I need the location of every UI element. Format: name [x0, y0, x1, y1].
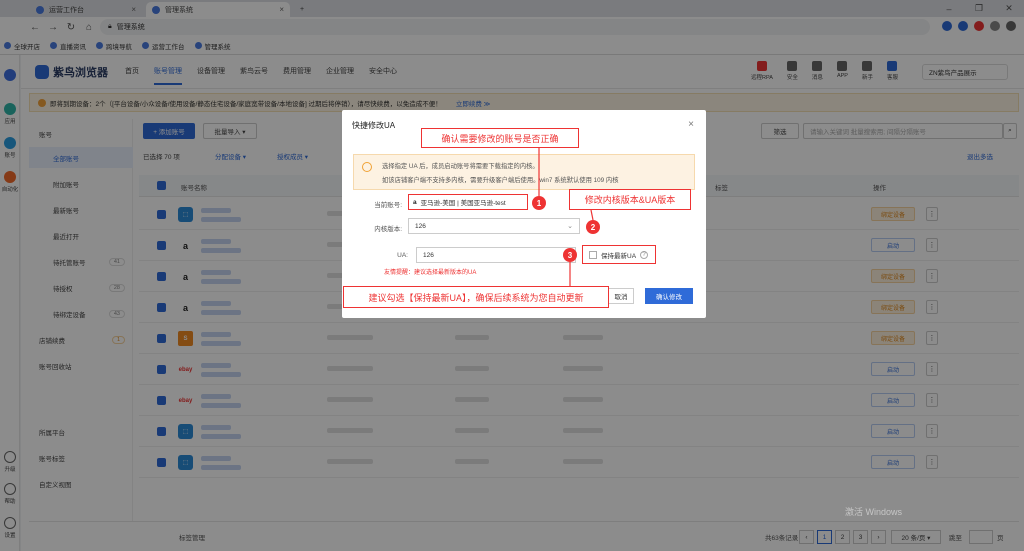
windows-watermark: 激活 Windows: [845, 507, 903, 517]
annotation-callout-3: 建议勾选【保持最新UA】，确保后续系统为您自动更新: [343, 286, 609, 308]
checkbox-icon[interactable]: [589, 250, 597, 259]
dialog-title: 快捷修改UA: [352, 121, 396, 130]
ua-select[interactable]: 126: [416, 247, 576, 263]
annotation-badge-2: 2: [586, 220, 600, 234]
close-icon[interactable]: ×: [688, 119, 694, 130]
annotation-badge-3: 3: [563, 248, 577, 262]
annotation-callout-1: 确认需要修改的账号是否正确: [421, 128, 579, 148]
chevron-down-icon: ⌄: [567, 223, 573, 230]
kernel-warning: 选择指定 UA 后，成员启动账号将需要下载指定的内核。 如该店铺客户端不支持多内…: [353, 154, 695, 190]
cancel-button[interactable]: 取消: [608, 288, 634, 304]
annotation-badge-1: 1: [532, 196, 546, 210]
warning-icon: [362, 162, 372, 172]
ua-hint: 友情提醒：建议选择最新版本的UA: [384, 270, 477, 276]
confirm-button[interactable]: 确认修改: [645, 288, 693, 304]
kernel-version-select[interactable]: 126 ⌄: [408, 218, 580, 234]
annotation-callout-2: 修改内核版本&UA版本: [569, 189, 691, 210]
help-icon: ?: [640, 250, 649, 259]
keep-latest-ua-checkbox[interactable]: 保持最新UA ?: [582, 245, 656, 264]
amazon-icon: a: [413, 198, 417, 206]
current-account-field: a 亚马逊-美国 | 美国亚马逊-test: [408, 194, 528, 210]
